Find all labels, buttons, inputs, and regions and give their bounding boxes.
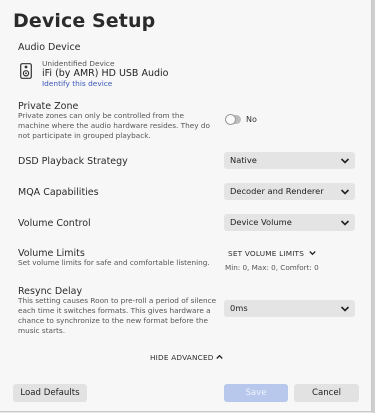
private-zone-description-3: not participate in grouped playback.: [18, 131, 151, 140]
set-volume-limits-label: SET VOLUME LIMITS: [228, 249, 305, 258]
volume-limits-values: Min: 0, Max: 0, Comfort: 0: [225, 263, 319, 272]
hide-advanced-button[interactable]: HIDE ADVANCED: [150, 353, 223, 362]
device-status: Unidentified Device: [42, 59, 115, 68]
resync-delay-description-2: each time it switches formats. This give…: [18, 306, 211, 315]
private-zone-toggle[interactable]: [225, 114, 241, 125]
private-zone-toggle-text: No: [246, 115, 257, 124]
save-button[interactable]: Save: [224, 384, 288, 402]
page-title: Device Setup: [13, 10, 156, 32]
chevron-down-icon: [340, 306, 350, 312]
private-zone-description-2: machine where the audio hardware resides…: [18, 121, 210, 130]
chevron-down-icon: [340, 189, 350, 195]
mqa-capabilities-select[interactable]: Decoder and Renderer: [224, 183, 355, 200]
resync-delay-description-4: music starts.: [18, 326, 66, 335]
volume-control-label: Volume Control: [18, 218, 91, 229]
private-zone-description-1: Private zones can only be controlled fro…: [18, 111, 184, 120]
dsd-playback-select[interactable]: Native: [224, 152, 355, 169]
hide-advanced-label: HIDE ADVANCED: [150, 353, 214, 362]
resync-delay-select[interactable]: 0ms: [224, 300, 355, 317]
mqa-capabilities-value: Decoder and Renderer: [230, 186, 324, 196]
volume-control-select[interactable]: Device Volume: [224, 214, 355, 231]
chevron-down-icon: [340, 220, 350, 226]
audio-device-label: Audio Device: [18, 42, 81, 53]
toggle-knob: [225, 114, 236, 125]
chevron-down-icon: [340, 158, 350, 164]
identify-device-link[interactable]: Identify this device: [42, 79, 112, 88]
resync-delay-description-1: This setting causes Roon to pre-roll a p…: [18, 296, 217, 305]
dsd-playback-value: Native: [230, 155, 257, 165]
load-defaults-button[interactable]: Load Defaults: [13, 384, 87, 402]
dsd-playback-label: DSD Playback Strategy: [18, 156, 128, 167]
set-volume-limits-button[interactable]: SET VOLUME LIMITS: [228, 249, 316, 258]
volume-limits-description: Set volume limits for safe and comfortab…: [18, 258, 210, 267]
chevron-up-icon: [216, 354, 223, 359]
volume-control-value: Device Volume: [230, 217, 292, 227]
speaker-device-icon: [20, 63, 32, 79]
resync-delay-description-3: chance to synchronize to the new format …: [18, 316, 208, 325]
device-name: iFi (by AMR) HD USB Audio: [42, 68, 169, 79]
mqa-capabilities-label: MQA Capabilities: [18, 187, 99, 198]
device-setup-dialog: Device Setup Audio Device Unidentified D…: [0, 0, 372, 412]
cancel-button[interactable]: Cancel: [294, 384, 359, 402]
chevron-down-icon: [309, 251, 316, 256]
resync-delay-value: 0ms: [230, 303, 248, 313]
